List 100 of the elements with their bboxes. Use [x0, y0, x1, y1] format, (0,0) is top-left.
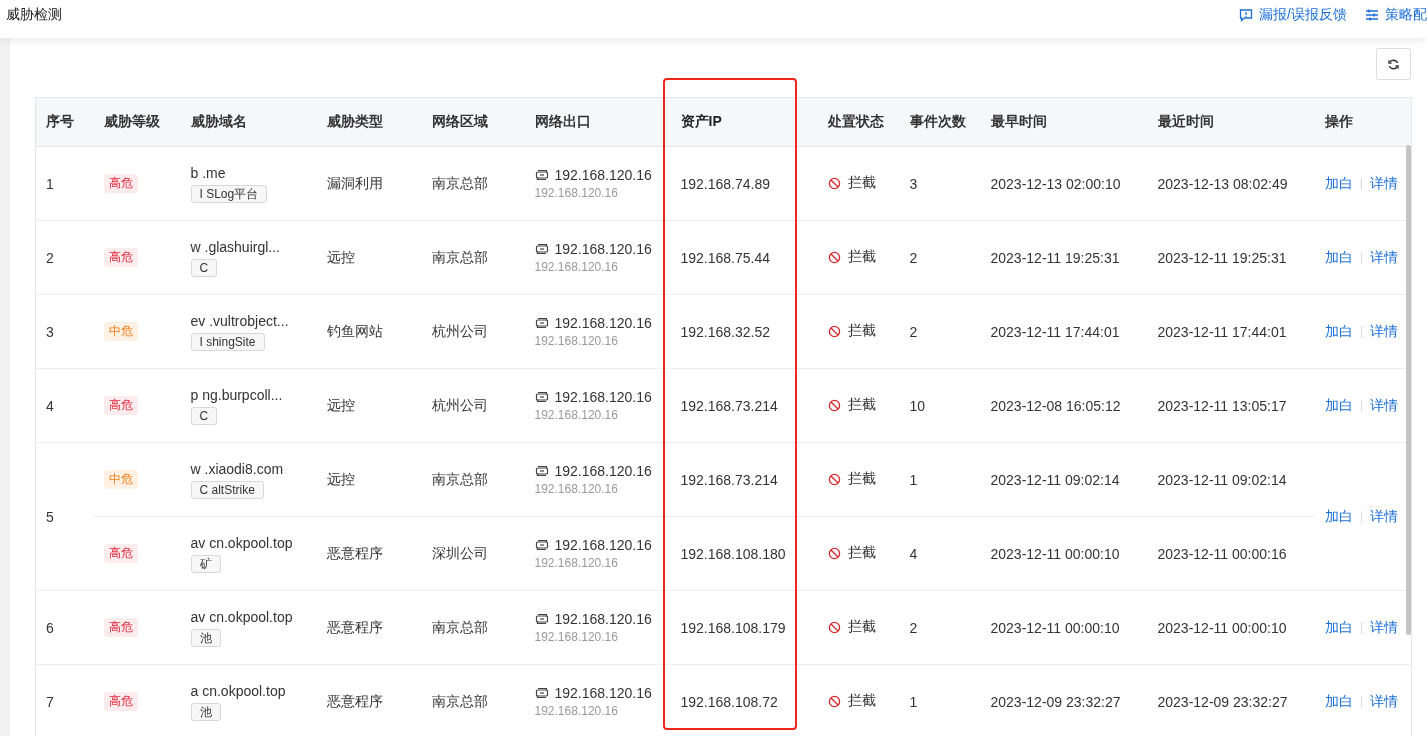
first-time: 2023-12-09 23:32:27 [990, 693, 1121, 710]
threat-type: 漏洞利用 [326, 174, 383, 191]
status-text: 拦截 [847, 618, 876, 637]
row-number: 4 [46, 397, 54, 414]
threat-level-tag: 高危 [103, 618, 138, 637]
category-tag: C [190, 406, 218, 425]
last-time: 2023-12-11 19:25:31 [1157, 249, 1287, 266]
action-link[interactable]: 加白 [1324, 322, 1353, 341]
exit-icon [534, 242, 549, 256]
scrollbar[interactable] [1406, 145, 1411, 635]
category-tag: C altStrike [190, 480, 264, 499]
exit-ip-secondary: 192.168.120.16 [534, 260, 619, 274]
header-link[interactable]: 策略配 [1365, 6, 1427, 24]
status-text: 拦截 [847, 174, 876, 193]
exit-ip: 192.168.120.16 [554, 241, 652, 257]
action-link[interactable]: 详情 [1369, 692, 1398, 711]
exit-icon [534, 168, 549, 182]
category-tag: 池 [190, 702, 221, 721]
column-header: 最早时间 [980, 97, 1148, 147]
last-time: 2023-12-13 08:02:49 [1157, 175, 1288, 192]
event-count: 3 [909, 175, 918, 192]
action-link[interactable]: 详情 [1369, 396, 1398, 415]
exit-ip: 192.168.120.16 [554, 611, 652, 627]
event-count: 2 [909, 249, 918, 266]
threat-level-tag: 高危 [103, 248, 138, 267]
threat-level-tag: 高危 [103, 692, 138, 711]
last-time: 2023-12-09 23:32:27 [1157, 693, 1288, 710]
row-number: 6 [46, 619, 54, 636]
exit-ip-secondary: 192.168.120.16 [534, 630, 619, 644]
exit-ip: 192.168.120.16 [554, 315, 652, 331]
exit-icon [534, 538, 549, 552]
network-zone: 杭州公司 [431, 396, 488, 413]
category-tag: 池 [190, 628, 221, 647]
threat-level-tag: 高危 [103, 544, 138, 563]
last-time: 2023-12-11 17:44:01 [1157, 323, 1287, 340]
column-header: 处置状态 [817, 97, 900, 147]
status-text: 拦截 [847, 248, 876, 267]
category-tag: 矿 [190, 554, 221, 573]
refresh-icon [1387, 57, 1400, 71]
event-count: 10 [909, 397, 926, 414]
action-link[interactable]: 详情 [1369, 322, 1398, 341]
domain-text: w .glashuirgl... [190, 238, 281, 255]
category-tag: I SLog平台 [190, 184, 268, 203]
last-time: 2023-12-11 00:00:10 [1157, 619, 1287, 636]
exit-ip: 192.168.120.16 [554, 167, 652, 183]
refresh-button[interactable] [1376, 48, 1411, 80]
first-time: 2023-12-11 09:02:14 [990, 471, 1120, 488]
asset-ip: 192.168.108.72 [680, 693, 778, 710]
threat-type: 远控 [326, 248, 355, 265]
exit-icon [534, 316, 549, 330]
action-link[interactable]: 详情 [1369, 618, 1398, 637]
threat-type: 钓鱼网站 [326, 322, 383, 339]
column-header: 威胁域名 [180, 97, 317, 147]
exit-ip: 192.168.120.16 [554, 537, 652, 553]
action-link[interactable]: 加白 [1324, 618, 1353, 637]
status-text: 拦截 [847, 470, 876, 489]
action-link[interactable]: 加白 [1324, 248, 1353, 267]
exit-ip-secondary: 192.168.120.16 [534, 482, 619, 496]
asset-ip: 192.168.32.52 [680, 323, 771, 340]
threat-level-tag: 中危 [103, 470, 138, 489]
threat-level-tag: 高危 [103, 174, 138, 193]
status-text: 拦截 [847, 692, 876, 711]
event-count: 1 [909, 693, 918, 710]
column-header: 资产IP [670, 97, 818, 147]
domain-text: av cn.okpool.top [190, 608, 294, 625]
exit-ip: 192.168.120.16 [554, 685, 652, 701]
domain-text: w .xiaodi8.com [190, 460, 285, 477]
first-time: 2023-12-11 00:00:10 [990, 619, 1120, 636]
threat-type: 恶意程序 [326, 618, 383, 635]
action-link[interactable]: 详情 [1369, 248, 1398, 267]
exit-icon [534, 390, 549, 404]
first-time: 2023-12-13 02:00:10 [990, 175, 1121, 192]
network-zone: 南京总部 [431, 618, 488, 635]
last-time: 2023-12-11 13:05:17 [1157, 397, 1287, 414]
action-link[interactable]: 加白 [1324, 507, 1353, 526]
domain-text: p ng.burpcoll... [190, 386, 284, 403]
exit-icon [534, 464, 549, 478]
action-link[interactable]: 详情 [1369, 174, 1398, 193]
page-title: 威胁检测 [6, 6, 62, 24]
column-header: 最近时间 [1147, 97, 1315, 147]
network-zone: 南京总部 [431, 470, 488, 487]
action-link[interactable]: 详情 [1369, 507, 1398, 526]
exit-ip: 192.168.120.16 [554, 463, 652, 479]
domain-text: ev .vultrobject... [190, 312, 290, 329]
column-header: 网络出口 [524, 97, 671, 147]
action-link[interactable]: 加白 [1324, 396, 1353, 415]
status-text: 拦截 [847, 544, 876, 563]
sliders-icon [1365, 8, 1379, 22]
exit-ip: 192.168.120.16 [554, 389, 652, 405]
threat-level-tag: 高危 [103, 396, 138, 415]
column-header: 网络区域 [421, 97, 525, 147]
row-number: 7 [46, 693, 54, 710]
event-count: 2 [909, 323, 918, 340]
network-zone: 南京总部 [431, 692, 488, 709]
header-link[interactable]: 漏报/误报反馈 [1239, 6, 1347, 24]
action-link[interactable]: 加白 [1324, 174, 1353, 193]
threat-level-tag: 中危 [103, 322, 138, 341]
first-time: 2023-12-08 16:05:12 [990, 397, 1121, 414]
action-link[interactable]: 加白 [1324, 692, 1353, 711]
first-time: 2023-12-11 19:25:31 [990, 249, 1120, 266]
